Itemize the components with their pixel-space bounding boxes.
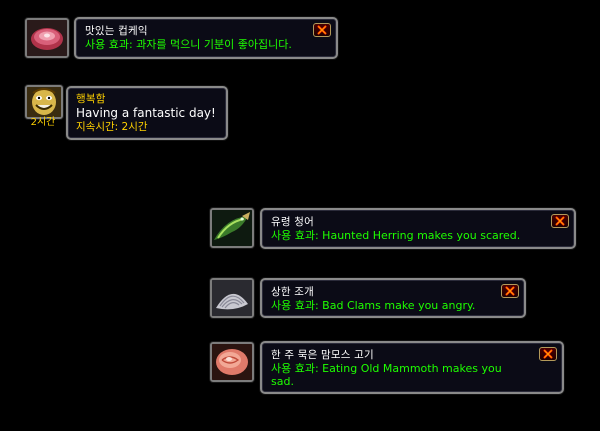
close-button[interactable] xyxy=(501,284,519,298)
mammoth-tooltip: 한 주 묵은 맘모스 고기 사용 효과: Eating Old Mammoth … xyxy=(260,341,564,394)
clams-tooltip: 상한 조개 사용 효과: Bad Clams make you angry. xyxy=(260,278,526,318)
item-name: 유령 청어 xyxy=(271,216,314,228)
close-icon xyxy=(555,216,565,226)
close-button[interactable] xyxy=(551,214,569,228)
use-effect-line-1: 사용 효과: Eating Old Mammoth makes you xyxy=(271,362,502,375)
use-effect: 사용 효과: Bad Clams make you angry. xyxy=(271,299,476,312)
buff-duration: 2시간 xyxy=(30,117,56,128)
herring-tooltip: 유령 청어 사용 효과: Haunted Herring makes you s… xyxy=(260,208,576,249)
clam-icon xyxy=(210,278,254,318)
close-icon xyxy=(543,349,553,359)
mammoth-meat-icon xyxy=(210,342,254,382)
herring-icon xyxy=(210,208,254,248)
close-button[interactable] xyxy=(313,23,331,37)
item-name: 한 주 묵은 맘모스 고기 xyxy=(271,349,374,361)
use-effect-line-2: sad. xyxy=(271,375,294,388)
cupcake-icon xyxy=(25,18,69,58)
use-effect: 사용 효과: 과자를 먹으니 기분이 좋아집니다. xyxy=(85,38,292,51)
item-name: 맛있는 컵케익 xyxy=(85,25,148,37)
use-effect: 사용 효과: Haunted Herring makes you scared. xyxy=(271,229,521,242)
buff-tooltip: 행복함 Having a fantastic day! 지속시간: 2시간 xyxy=(66,86,228,140)
buff-name: 행복함 xyxy=(76,93,106,105)
close-icon xyxy=(505,286,515,296)
buff-description: Having a fantastic day! xyxy=(76,106,216,120)
close-icon xyxy=(317,25,327,35)
happy-face-icon xyxy=(25,85,63,119)
cupcake-tooltip: 맛있는 컵케익 사용 효과: 과자를 먹으니 기분이 좋아집니다. xyxy=(74,17,338,59)
close-button[interactable] xyxy=(539,347,557,361)
item-name: 상한 조개 xyxy=(271,286,314,298)
buff-remaining: 지속시간: 2시간 xyxy=(76,121,148,133)
